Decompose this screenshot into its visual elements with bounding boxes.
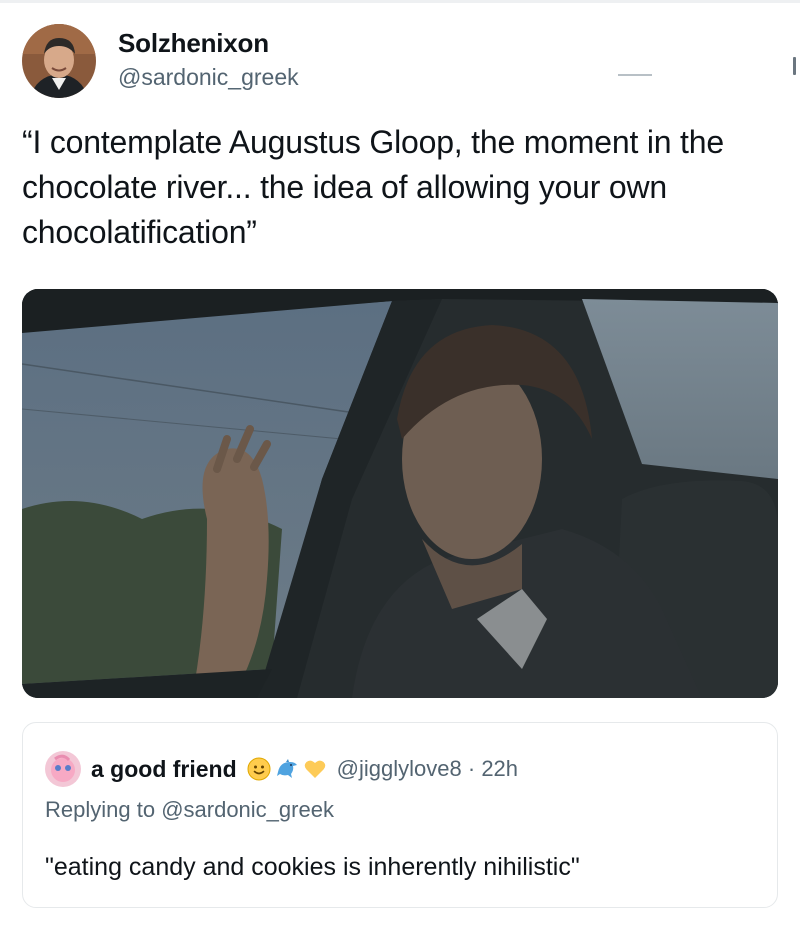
- reply-header: a good friend @jigglylove8 · 22h: [91, 753, 518, 785]
- replying-to-handle[interactable]: @sardonic_greek: [161, 797, 334, 822]
- reply-avatar[interactable]: [45, 751, 81, 787]
- author-avatar[interactable]: [22, 24, 96, 98]
- reply-text: "eating candy and cookies is inherently …: [45, 853, 580, 881]
- header-divider: [618, 74, 652, 76]
- reply-timestamp[interactable]: 22h: [481, 756, 518, 781]
- reply-display-name[interactable]: a good friend: [91, 756, 237, 783]
- author-display-name[interactable]: Solzhenixon: [118, 28, 269, 59]
- author-handle[interactable]: @sardonic_greek: [118, 64, 299, 91]
- dolphin-icon: [275, 757, 299, 781]
- scroll-indicator: [793, 57, 796, 75]
- reply-card[interactable]: a good friend @jigglylove8 · 22h Replyin…: [22, 722, 778, 908]
- top-divider: [0, 0, 800, 3]
- photo-icon: [22, 289, 778, 698]
- tweet-media[interactable]: [22, 289, 778, 698]
- replying-to-line: Replying to @sardonic_greek: [45, 797, 334, 823]
- meta-separator: ·: [467, 756, 476, 781]
- slightly-smiling-face-icon: [247, 757, 271, 781]
- replying-to-prefix: Replying to: [45, 797, 162, 822]
- tweet-text: “I contemplate Augustus Gloop, the momen…: [22, 124, 724, 250]
- reply-handle[interactable]: @jigglylove8: [337, 756, 462, 781]
- yellow-heart-icon: [303, 757, 327, 781]
